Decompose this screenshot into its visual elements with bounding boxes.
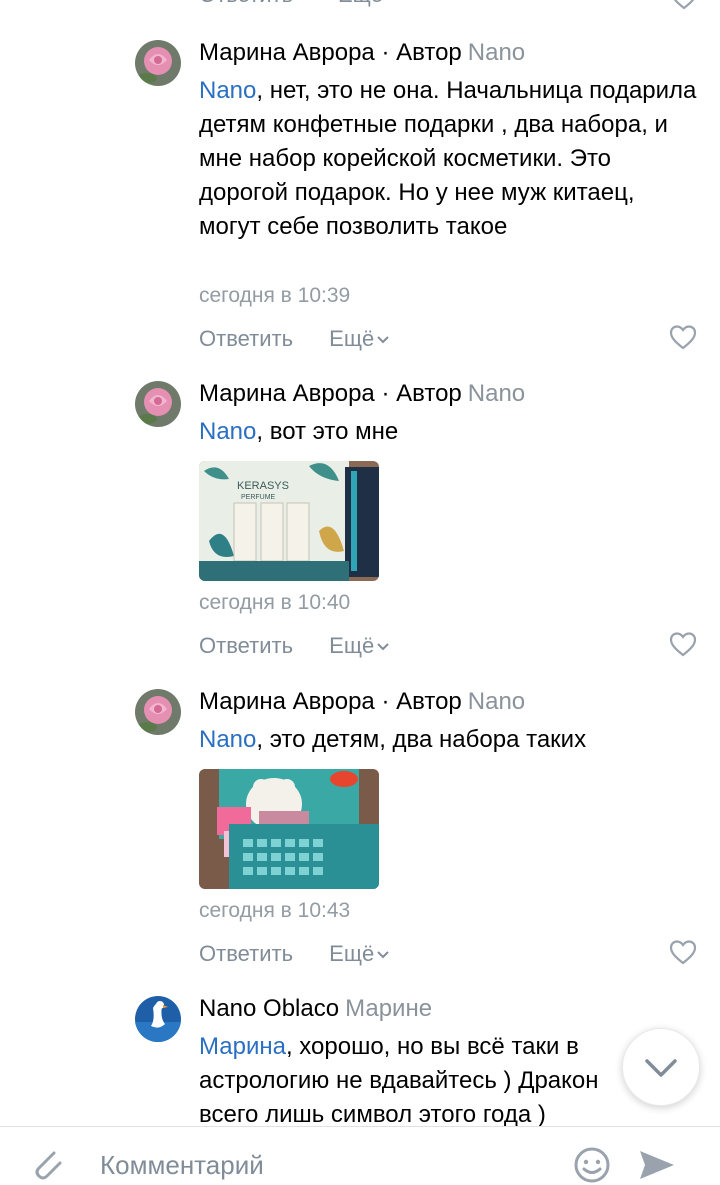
comment-body: , это детям, два набора таких [256, 726, 587, 753]
comment-time: сегодня в 10:43 [199, 899, 351, 922]
author-name[interactable]: Марина Аврора · Автор [199, 380, 462, 407]
mention-link[interactable]: Nano [199, 418, 256, 445]
comment-composer [0, 1126, 720, 1183]
reply-to-name[interactable]: Nano [468, 688, 525, 715]
comment-body: , вот это мне [256, 418, 399, 445]
comment-text: Nano, это детям, два набора таких [199, 723, 699, 757]
reply-button[interactable]: Ответить [199, 0, 293, 8]
comment-actions: Ответить Ещё [199, 941, 390, 967]
comment-header: Марина Аврора · Автор Nano [199, 380, 525, 408]
comment-actions: Ответить Ещё [199, 633, 390, 659]
svg-text:KERASYS: KERASYS [237, 480, 289, 492]
avatar[interactable] [135, 40, 181, 86]
mention-link[interactable]: Nano [199, 77, 256, 104]
like-heart-icon[interactable] [670, 0, 698, 10]
send-icon[interactable] [636, 1145, 678, 1185]
like-heart-icon[interactable] [669, 631, 697, 657]
reply-to-name[interactable]: Nano [468, 39, 525, 66]
reply-to-name[interactable]: Марине [345, 995, 432, 1022]
comment-text: Nano, вот это мне [199, 415, 699, 449]
author-name[interactable]: Nano Oblaco [199, 995, 339, 1022]
chevron-down-icon [377, 643, 389, 651]
chevron-down-icon [377, 336, 389, 344]
previous-comment-actions: Ответить Ещё [0, 0, 720, 12]
attached-photo[interactable] [199, 769, 379, 889]
chevron-down-icon [645, 1059, 677, 1077]
avatar[interactable] [135, 689, 181, 735]
author-name[interactable]: Марина Аврора · Автор [199, 688, 462, 715]
comment-header: Марина Аврора · Автор Nano [199, 39, 525, 67]
avatar[interactable] [135, 996, 181, 1042]
attached-photo[interactable]: KERASYS PERFUME [199, 461, 379, 581]
author-name[interactable]: Марина Аврора · Автор [199, 39, 462, 66]
more-button[interactable]: Ещё [329, 941, 390, 967]
comment-text: Марина, хорошо, но вы всё таки в астроло… [199, 1030, 639, 1132]
like-heart-icon[interactable] [669, 324, 697, 350]
svg-text:PERFUME: PERFUME [241, 494, 276, 501]
more-button[interactable]: Ещё [329, 326, 390, 352]
comment-header: Nano Oblaco Марине [199, 995, 432, 1023]
reply-to-name[interactable]: Nano [468, 380, 525, 407]
comment-header: Марина Аврора · Автор Nano [199, 688, 525, 716]
avatar[interactable] [135, 381, 181, 427]
emoji-smile-icon[interactable] [572, 1145, 612, 1185]
more-button[interactable]: Ещё [338, 0, 383, 8]
comment-input[interactable] [100, 1147, 540, 1183]
like-heart-icon[interactable] [669, 939, 697, 965]
attach-paperclip-icon[interactable] [26, 1143, 66, 1183]
mention-link[interactable]: Марина [199, 1033, 286, 1060]
comment-text: Nano, нет, это не она. Начальница подари… [199, 74, 699, 244]
comment-time: сегодня в 10:40 [199, 591, 351, 614]
comment-body: , нет, это не она. Начальница подарила д… [199, 77, 697, 240]
reply-button[interactable]: Ответить [199, 941, 293, 967]
scroll-down-button[interactable] [622, 1028, 700, 1106]
reply-button[interactable]: Ответить [199, 633, 293, 659]
comment-time: сегодня в 10:39 [199, 284, 351, 307]
reply-button[interactable]: Ответить [199, 326, 293, 352]
mention-link[interactable]: Nano [199, 726, 256, 753]
more-button[interactable]: Ещё [329, 633, 390, 659]
comment-actions: Ответить Ещё [199, 326, 390, 352]
chevron-down-icon [377, 951, 389, 959]
